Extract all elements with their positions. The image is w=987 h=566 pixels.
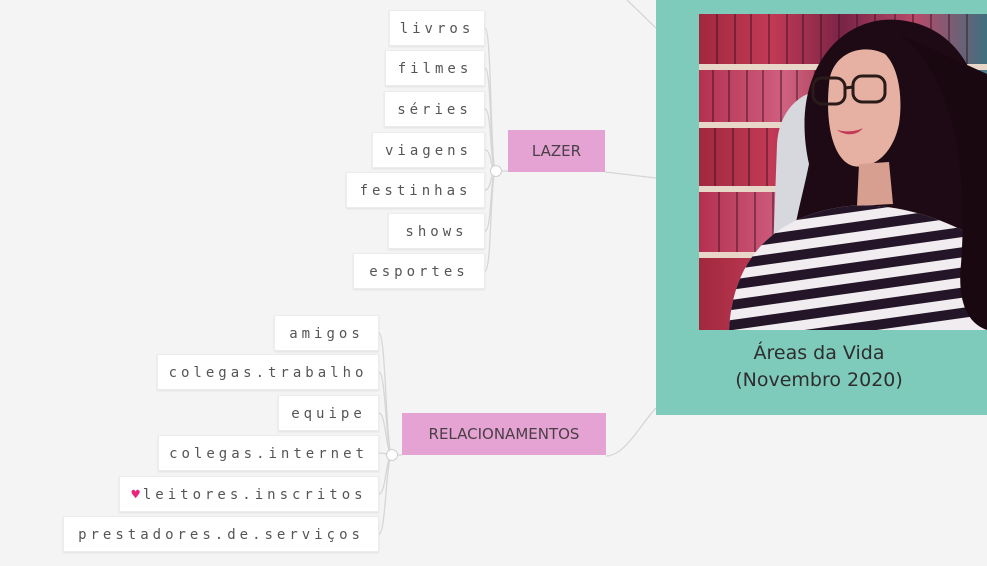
leaf-colegas-trabalho-label: colegas.trabalho [168, 365, 368, 381]
leaf-amigos[interactable]: amigos [274, 315, 379, 351]
relacionamentos-junction-node[interactable] [386, 449, 398, 461]
leaf-series[interactable]: séries [384, 91, 485, 127]
leaf-filmes[interactable]: filmes [385, 50, 485, 86]
leaf-filmes-label: filmes [397, 61, 473, 77]
central-title-line1: Áreas da Vida [753, 342, 885, 364]
leaf-livros[interactable]: livros [389, 10, 485, 46]
leaf-series-label: séries [397, 102, 472, 118]
leaf-shows-label: shows [405, 224, 468, 240]
leaf-livros-label: livros [399, 21, 475, 37]
leaf-prestadores-de-servicos[interactable]: prestadores.de.serviços [63, 516, 379, 552]
leaf-shows[interactable]: shows [388, 213, 485, 249]
central-title: Áreas da Vida (Novembro 2020) [699, 340, 939, 394]
central-title-line2: (Novembro 2020) [735, 369, 903, 391]
leaf-equipe[interactable]: equipe [278, 395, 379, 431]
leaf-colegas-internet-label: colegas.internet [169, 446, 368, 462]
central-node[interactable]: Áreas da Vida (Novembro 2020) [656, 0, 987, 415]
leaf-prestadores-de-servicos-label: prestadores.de.serviços [78, 527, 364, 543]
leaf-esportes-label: esportes [369, 264, 469, 280]
branch-relacionamentos[interactable]: RELACIONAMENTOS [402, 413, 606, 455]
leaf-leitores-inscritos-label: leitores.inscritos [142, 487, 367, 503]
leaf-viagens[interactable]: viagens [372, 132, 485, 168]
branch-relacionamentos-label: RELACIONAMENTOS [428, 425, 580, 443]
lazer-junction-node[interactable] [490, 165, 502, 177]
branch-lazer[interactable]: LAZER [508, 130, 605, 172]
leaf-festinhas[interactable]: festinhas [346, 172, 485, 208]
leaf-colegas-trabalho[interactable]: colegas.trabalho [157, 354, 379, 390]
leaf-esportes[interactable]: esportes [353, 253, 485, 289]
leaf-viagens-label: viagens [384, 143, 472, 159]
portrait-photo [699, 14, 987, 330]
heart-icon: ♥ [131, 487, 140, 503]
leaf-leitores-inscritos[interactable]: ♥ leitores.inscritos [119, 476, 379, 512]
leaf-equipe-label: equipe [291, 406, 366, 422]
leaf-festinhas-label: festinhas [359, 183, 472, 199]
branch-lazer-label: LAZER [531, 142, 582, 160]
leaf-amigos-label: amigos [289, 326, 364, 342]
leaf-colegas-internet[interactable]: colegas.internet [158, 435, 379, 471]
portrait-photo-illustration [699, 14, 987, 330]
